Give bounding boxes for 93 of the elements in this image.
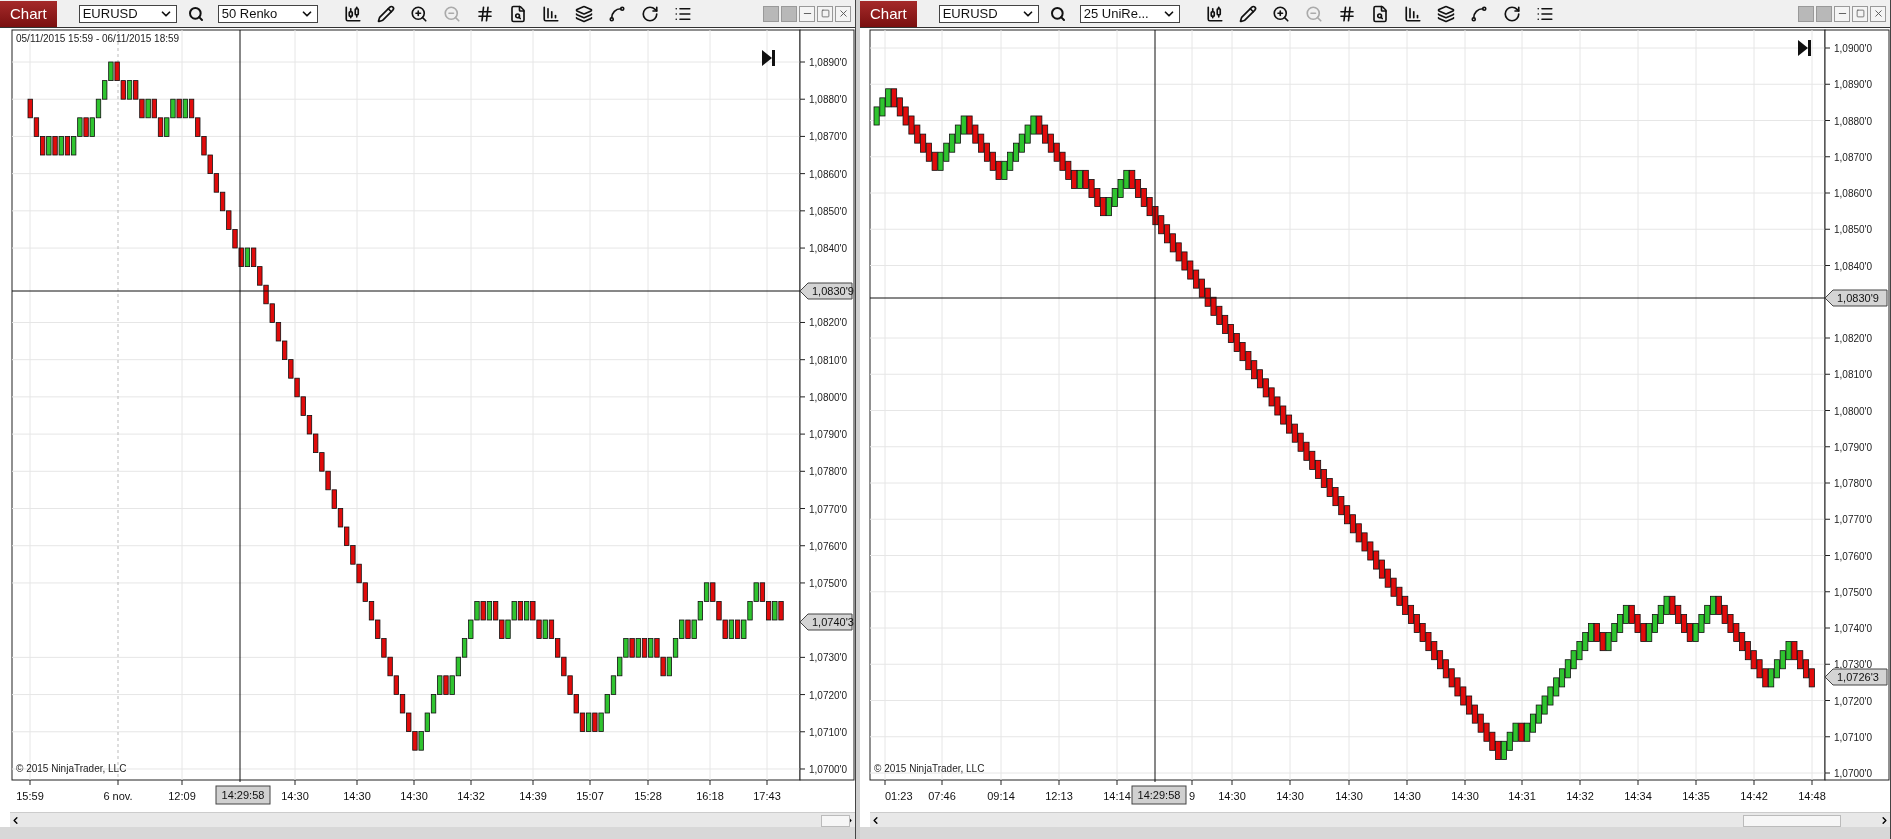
time-label: 14:30 (1335, 790, 1363, 802)
maximize-button[interactable] (817, 5, 833, 22)
price-label: 1,0760'0 (1834, 550, 1873, 562)
price-label: 1,0870'0 (1834, 151, 1873, 163)
maximize-icon[interactable] (820, 9, 830, 18)
time-label: 6 nov. (103, 790, 133, 802)
time-label: 14:35 (1682, 790, 1710, 802)
time-label: 09:14 (987, 790, 1015, 802)
price-label: 1,0810'0 (809, 354, 848, 366)
price-label: 1,0710'0 (1834, 731, 1873, 743)
price-label: 1,0800'0 (1834, 405, 1873, 417)
copyright-text: © 2015 NinjaTrader, LLC (16, 763, 127, 774)
time-label: 17:43 (753, 790, 781, 802)
time-label: 14:34 (1624, 790, 1652, 802)
price-label: 1,0790'0 (809, 429, 848, 441)
price-label: 1,0800'0 (809, 391, 848, 403)
bar-type-dropdown[interactable]: 50 Renko (217, 4, 318, 23)
crosshair-time-marker: 14:29:58 (1131, 785, 1187, 805)
time-label: 07:46 (928, 790, 956, 802)
price-label: 1,0720'0 (809, 689, 848, 701)
price-label: 1,0840'0 (1834, 260, 1873, 272)
price-label: 1,0860'0 (1834, 188, 1873, 199)
time-label: 15:28 (634, 790, 662, 802)
time-label: 14:39 (519, 790, 547, 802)
go-to-end-icon[interactable] (762, 50, 775, 66)
price-label: 1,0870'0 (809, 131, 848, 143)
copyright-text: © 2015 NinjaTrader, LLC (874, 763, 985, 774)
last-price-marker: 1,0740'3 (799, 613, 854, 631)
instrument-dropdown[interactable]: EURUSD (78, 4, 177, 23)
price-label: 1,0700'0 (809, 764, 848, 775)
chart-tab[interactable]: Chart (0, 0, 57, 27)
price-label: 1,0720'0 (1834, 695, 1873, 707)
time-label: 14:30 (1451, 790, 1479, 802)
time-label: 14:32 (457, 790, 485, 802)
time-label: 15:07 (576, 790, 604, 802)
time-label: 14:30 (281, 790, 309, 802)
bar-type-dropdown[interactable]: 25 UniRe... (1079, 4, 1180, 23)
price-label: 1,0900'0 (1834, 43, 1873, 54)
go-to-end-icon[interactable] (1798, 40, 1811, 56)
scrollbar-thumb[interactable] (821, 815, 850, 827)
price-label: 1,0890'0 (809, 57, 848, 68)
time-label: 14:14 (1103, 790, 1131, 802)
price-label: 1,0880'0 (809, 94, 848, 106)
price-label: 1,0750'0 (809, 577, 848, 589)
crosshair-price-marker: 1,0830'9 (799, 282, 854, 300)
price-label: 1,0820'0 (1834, 333, 1873, 344)
time-label: 14:30 (1218, 790, 1246, 802)
price-label: 1,0730'0 (809, 652, 848, 664)
instrument-dropdown[interactable]: EURUSD (938, 4, 1039, 23)
price-label: 1,0850'0 (809, 205, 848, 217)
price-label: 1,0890'0 (1834, 79, 1873, 91)
price-label: 1,0780'0 (1834, 478, 1873, 489)
scrollbar-thumb[interactable] (1743, 815, 1841, 827)
time-label: 14:31 (1508, 790, 1536, 802)
time-label: 01:23 (885, 790, 913, 802)
price-label: 1,0850'0 (1834, 224, 1873, 236)
time-label: 14:30 (1276, 790, 1304, 802)
time-label: 14:30 (343, 790, 371, 802)
crosshair-time-marker: 14:29:58 (215, 785, 271, 805)
time-label: 14:42 (1740, 790, 1768, 802)
time-label: 14:30 (1393, 790, 1421, 802)
maximize-icon[interactable] (1855, 9, 1865, 18)
time-label: 15:59 (16, 790, 44, 802)
price-label: 1,0700'0 (1834, 768, 1873, 779)
last-price-marker: 1,0726'3 (1824, 668, 1888, 686)
price-label: 1,0770'0 (809, 503, 848, 515)
price-label: 1,0780'0 (809, 466, 848, 478)
price-label: 1,0840'0 (809, 243, 848, 255)
time-label: 12:09 (168, 790, 196, 802)
price-label: 1,0880'0 (1834, 115, 1873, 127)
price-label: 1,0740'0 (1834, 623, 1873, 634)
price-label: 1,0770'0 (1834, 514, 1873, 526)
chart-tab[interactable]: Chart (860, 0, 917, 27)
price-label: 1,0790'0 (1834, 441, 1873, 453)
scrollbar[interactable] (870, 812, 1890, 827)
time-label: 14:48 (1798, 790, 1826, 802)
scrollbar[interactable] (10, 812, 855, 827)
time-label: 9 (1188, 790, 1196, 802)
time-label: 12:13 (1045, 790, 1073, 802)
crosshair-price-marker: 1,0830'9 (1824, 289, 1888, 307)
time-label: 14:32 (1566, 790, 1594, 802)
price-label: 1,0710'0 (809, 726, 848, 738)
price-label: 1,0820'0 (809, 317, 848, 329)
price-label: 1,0750'0 (1834, 586, 1873, 598)
date-range-text: 05/11/2015 15:59 - 06/11/2015 18:59 (16, 33, 180, 44)
price-label: 1,0810'0 (1834, 369, 1873, 381)
price-label: 1,0860'0 (809, 168, 848, 180)
time-label: 14:30 (400, 790, 428, 802)
price-label: 1,0730'0 (1834, 659, 1873, 671)
maximize-button[interactable] (1852, 5, 1868, 22)
scroll-right-icon[interactable] (1879, 814, 1890, 826)
price-label: 1,0760'0 (809, 540, 848, 552)
time-label: 16:18 (696, 790, 724, 802)
